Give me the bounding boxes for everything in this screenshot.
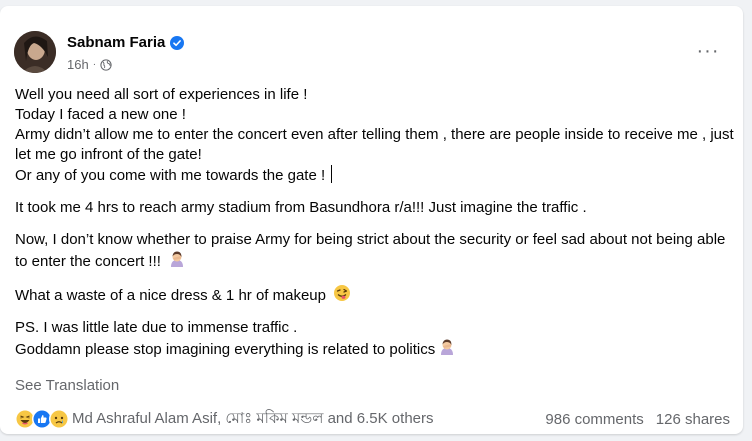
- post-paragraph-1: Well you need all sort of experiences in…: [15, 85, 735, 186]
- post-line-with-emoji: Goddamn please stop imagining everything…: [15, 338, 735, 360]
- post-line: What a waste of a nice dress & 1 hr of m…: [15, 287, 326, 304]
- reactions-summary[interactable]: Md Ashraful Alam Asif, মোঃ মকিম মন্ডল an…: [15, 407, 434, 432]
- sad-reaction-icon: [49, 409, 69, 429]
- post-meta: 16h ·: [67, 57, 112, 72]
- winking-tongue-emoji-icon: [334, 285, 351, 301]
- author-name[interactable]: Sabnam Faria: [67, 34, 165, 51]
- text-cursor: [331, 165, 333, 183]
- facepalm-emoji-icon: [171, 251, 184, 267]
- comments-count[interactable]: 986 comments: [545, 411, 643, 428]
- reactions-text: Md Ashraful Alam Asif, মোঃ মকিম মন্ডল an…: [72, 409, 434, 427]
- author-avatar[interactable]: [14, 31, 56, 73]
- avatar-photo: [14, 31, 56, 73]
- meta-separator: ·: [92, 59, 97, 70]
- post-line: Or any of you come with me towards the g…: [15, 167, 326, 184]
- shares-count[interactable]: 126 shares: [656, 411, 730, 428]
- post-paragraph-2: It took me 4 hrs to reach army stadium f…: [15, 198, 735, 218]
- globe-icon[interactable]: [100, 58, 112, 71]
- post-line: PS. I was little late due to immense tra…: [15, 319, 298, 336]
- verified-badge-icon: [170, 35, 185, 50]
- post-paragraph-4: What a waste of a nice dress & 1 hr of m…: [15, 284, 735, 306]
- facepalm-emoji-icon: [441, 339, 454, 355]
- post-line: Well you need all sort of experiences in…: [15, 86, 308, 103]
- more-options-icon: ···: [696, 39, 720, 62]
- reaction-icons: [15, 409, 69, 429]
- see-translation-link[interactable]: See Translation: [15, 377, 119, 394]
- post-line: Now, I don’t know whether to praise Army…: [15, 231, 726, 270]
- post-body: Well you need all sort of experiences in…: [15, 85, 735, 372]
- post-line: Today I faced a new one !: [15, 106, 186, 123]
- post-timestamp[interactable]: 16h: [67, 57, 89, 72]
- post-paragraph-3: Now, I don’t know whether to praise Army…: [15, 230, 735, 272]
- post-line: Army didn’t allow me to enter the concer…: [15, 126, 734, 163]
- more-options-button[interactable]: ···: [693, 36, 723, 66]
- post-line-with-caret: Or any of you come with me towards the g…: [15, 165, 735, 186]
- post-line: Goddamn please stop imagining everything…: [15, 341, 436, 358]
- post-line: It took me 4 hrs to reach army stadium f…: [15, 199, 587, 216]
- post-paragraph-5: PS. I was little late due to immense tra…: [15, 318, 735, 360]
- author-name-row: Sabnam Faria: [67, 34, 185, 51]
- post-card: Sabnam Faria 16h · ··· Well you need all…: [0, 6, 743, 434]
- post-stats: 986 comments 126 shares: [545, 411, 730, 428]
- post-footer: Md Ashraful Alam Asif, মোঃ মকিম মন্ডল an…: [15, 407, 730, 431]
